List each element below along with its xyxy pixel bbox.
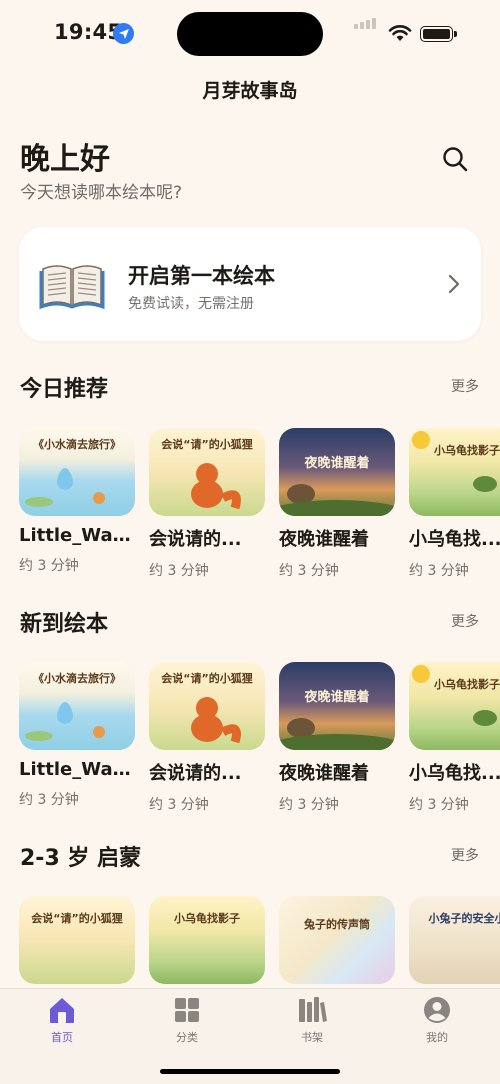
book-cover: 兔子的传声筒 — [279, 896, 395, 984]
book-duration: 约 3 分钟 — [279, 797, 339, 813]
wifi-icon — [388, 24, 412, 46]
section-title-today: 今日推荐 — [20, 377, 109, 402]
tab-categories[interactable]: 分类 — [147, 995, 227, 1045]
tab-label: 书架 — [301, 1031, 323, 1044]
book-duration: 约 3 分钟 — [279, 563, 339, 579]
book-title: 会说请的... — [149, 763, 242, 784]
book-card[interactable]: 夜晚谁醒着 夜晚谁醒着 约 3 分钟 — [279, 428, 397, 580]
book-title: Little_Wat... — [19, 759, 135, 780]
grid-icon — [172, 995, 202, 1025]
book-title: 小乌龟找... — [409, 763, 500, 784]
dynamic-island — [177, 12, 323, 56]
book-card[interactable]: 小乌龟找影子 小乌龟找... 约 3 分钟 — [409, 662, 500, 814]
greeting-subtitle: 今天想读哪本绘本呢? — [20, 183, 183, 203]
book-duration: 约 3 分钟 — [149, 563, 209, 579]
book-card[interactable]: 会说“请”的小狐狸 会说请的... 约 3 分钟 — [149, 428, 267, 580]
home-indicator — [160, 1069, 340, 1074]
book-cover: 夜晚谁醒着 — [279, 662, 395, 750]
section-title-age: 2-3 岁 启蒙 — [20, 846, 142, 871]
book-card[interactable]: 夜晚谁醒着 夜晚谁醒着 约 3 分钟 — [279, 662, 397, 814]
book-cover: 小乌龟找影子 — [149, 896, 265, 984]
book-cover: 会说“请”的小狐狸 — [149, 662, 265, 750]
book-duration: 约 3 分钟 — [19, 792, 79, 808]
app-title: 月芽故事岛 — [202, 80, 298, 102]
book-card[interactable]: 小乌龟找影子 小乌龟找... 约 3 分钟 — [409, 428, 500, 580]
book-duration: 约 3 分钟 — [409, 797, 469, 813]
book-title: Little_Wat... — [19, 525, 135, 546]
book-title: 小乌龟找... — [409, 529, 500, 550]
book-card[interactable]: 《小水滴去旅行》 Little_Wat... 约 3 分钟 — [19, 662, 137, 809]
open-book-icon — [39, 257, 105, 310]
greeting-title: 晚上好 — [20, 142, 110, 177]
book-cover: 会说“请”的小狐狸 — [149, 428, 265, 516]
tab-label: 首页 — [51, 1031, 73, 1044]
tab-home[interactable]: 首页 — [22, 995, 102, 1045]
bookshelf-icon — [297, 995, 327, 1025]
more-link-new[interactable]: 更多 — [451, 611, 479, 631]
book-duration: 约 3 分钟 — [149, 797, 209, 813]
book-cover: 《小水滴去旅行》 — [19, 662, 135, 750]
search-icon — [443, 147, 468, 172]
battery-icon — [420, 26, 457, 42]
home-icon — [47, 995, 77, 1025]
more-link-age[interactable]: 更多 — [451, 845, 479, 865]
tab-bookshelf[interactable]: 书架 — [272, 995, 352, 1045]
book-card[interactable]: 会说“请”的小狐狸 — [19, 896, 137, 984]
tab-label: 我的 — [426, 1031, 448, 1044]
book-card[interactable]: 小兔子的安全小 — [409, 896, 500, 984]
chevron-right-icon — [447, 273, 461, 295]
book-duration: 约 3 分钟 — [19, 558, 79, 574]
book-cover: 小乌龟找影子 — [409, 662, 500, 750]
book-cover: 小兔子的安全小 — [409, 896, 500, 984]
more-link-today[interactable]: 更多 — [451, 376, 479, 396]
hero-title: 开启第一本绘本 — [128, 264, 275, 288]
book-duration: 约 3 分钟 — [409, 563, 469, 579]
book-cover: 《小水滴去旅行》 — [19, 428, 135, 516]
section-title-new: 新到绘本 — [20, 612, 109, 637]
book-cover: 小乌龟找影子 — [409, 428, 500, 516]
hero-subtitle: 免费试读，无需注册 — [128, 296, 254, 312]
location-arrow-icon — [113, 23, 134, 44]
book-card[interactable]: 小乌龟找影子 — [149, 896, 267, 984]
book-cover: 夜晚谁醒着 — [279, 428, 395, 516]
search-button[interactable] — [440, 144, 470, 174]
book-title: 会说请的... — [149, 529, 242, 550]
book-title: 夜晚谁醒着 — [279, 763, 369, 784]
status-bar: 19:45 — [0, 0, 500, 64]
book-card[interactable]: 兔子的传声筒 — [279, 896, 397, 984]
tab-label: 分类 — [176, 1031, 198, 1044]
book-cover: 会说“请”的小狐狸 — [19, 896, 135, 984]
book-card[interactable]: 《小水滴去旅行》 Little_Wat... 约 3 分钟 — [19, 428, 137, 575]
book-title: 夜晚谁醒着 — [279, 529, 369, 550]
tab-profile[interactable]: 我的 — [397, 995, 477, 1045]
profile-icon — [422, 995, 452, 1025]
start-first-book-card[interactable]: 开启第一本绘本 免费试读，无需注册 — [19, 227, 481, 341]
book-card[interactable]: 会说“请”的小狐狸 会说请的... 约 3 分钟 — [149, 662, 267, 814]
